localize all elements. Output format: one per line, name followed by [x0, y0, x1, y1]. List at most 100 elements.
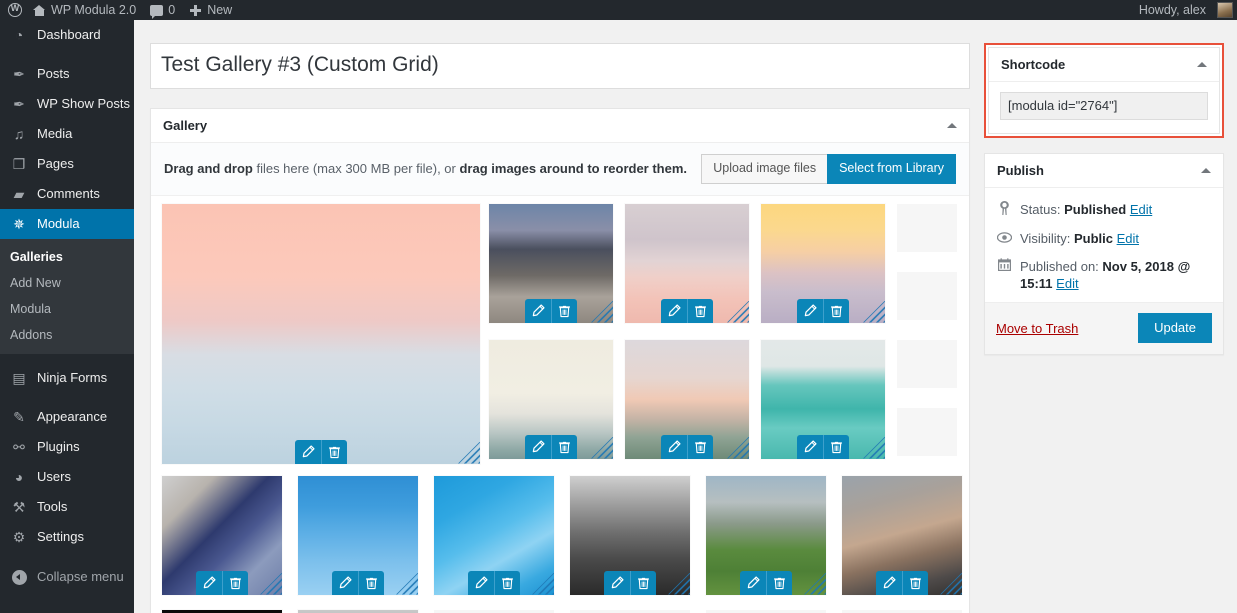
pencil-edit-icon[interactable]: [797, 298, 823, 323]
sidebar-item-label: Settings: [37, 529, 84, 544]
sidebar-item-dashboard[interactable]: ◔ Dashboard: [0, 20, 134, 50]
tile-cyclists[interactable]: [162, 475, 282, 595]
sidebar-item-users[interactable]: ◕ Users: [0, 462, 134, 492]
trash-delete-icon[interactable]: [551, 298, 577, 323]
publish-sidebar-column: Shortcode Publish Status:: [984, 43, 1224, 355]
pencil-edit-icon[interactable]: [797, 434, 823, 459]
submenu-item-modula[interactable]: Modula: [0, 296, 134, 322]
tile-pink-shore[interactable]: [625, 203, 749, 323]
pencil-edit-icon[interactable]: [604, 570, 630, 595]
tile-empty-2[interactable]: [897, 271, 957, 320]
tile-football[interactable]: [706, 475, 826, 595]
tile-empty-9[interactable]: [897, 609, 957, 613]
select-from-library-button[interactable]: Select from Library: [827, 154, 956, 184]
menu-list: ◔ Dashboard ✒ Posts ✒ WP Show Posts ♫ Media ❐ Pag…: [0, 20, 142, 552]
plug-icon: ⚯: [13, 439, 25, 455]
tile-action-bar: [797, 434, 849, 459]
tile-sunrise-wave[interactable]: [625, 339, 749, 459]
trash-delete-icon[interactable]: [321, 439, 347, 464]
pencil-edit-icon[interactable]: [525, 434, 551, 459]
new-content-menu[interactable]: New: [182, 0, 239, 20]
trash-delete-icon[interactable]: [222, 570, 248, 595]
visibility-edit-link[interactable]: Edit: [1117, 231, 1139, 246]
publish-postbox-header[interactable]: Publish: [985, 154, 1223, 188]
published-edit-link[interactable]: Edit: [1056, 276, 1078, 291]
pencil-edit-icon[interactable]: [661, 434, 687, 459]
page-title[interactable]: Test Gallery #3 (Custom Grid): [150, 43, 970, 89]
user-avatar: [1217, 2, 1233, 18]
sidebar-item-pages[interactable]: ❐ Pages: [0, 149, 134, 179]
trash-delete-icon[interactable]: [494, 570, 520, 595]
trash-delete-icon[interactable]: [902, 570, 928, 595]
trash-delete-icon[interactable]: [766, 570, 792, 595]
tile-empty-6[interactable]: [570, 609, 690, 613]
pencil-edit-icon[interactable]: [661, 298, 687, 323]
sidebar-item-ninja-forms[interactable]: ▤ Ninja Forms: [0, 363, 134, 393]
comments-bubble[interactable]: 0: [143, 0, 182, 20]
tile-empty-5[interactable]: [434, 609, 554, 613]
update-button[interactable]: Update: [1138, 313, 1212, 343]
tile-empty-3[interactable]: [897, 339, 957, 388]
sidebar-item-label: Media: [37, 126, 73, 141]
site-name-menu[interactable]: WP Modula 2.0: [26, 0, 143, 20]
tile-empty-7[interactable]: [706, 609, 826, 613]
gallery-postbox-header[interactable]: Gallery: [151, 109, 969, 143]
brush-icon: ✎: [13, 409, 25, 425]
upload-image-files-button[interactable]: Upload image files: [701, 154, 828, 184]
sliders-icon: ⚙: [12, 529, 26, 545]
tile-wave-rocks[interactable]: [489, 339, 613, 459]
chevron-up-icon[interactable]: [1197, 62, 1207, 67]
tile-sprinters[interactable]: [570, 475, 690, 595]
sidebar-item-wp-show-posts[interactable]: ✒ WP Show Posts: [0, 89, 134, 119]
sidebar-item-modula[interactable]: ✵ Modula: [0, 209, 142, 239]
image-thumbnail: [162, 609, 282, 613]
my-account-menu[interactable]: Howdy, alex: [1132, 0, 1237, 20]
tile-golden-surf[interactable]: [761, 203, 885, 323]
pencil-edit-icon[interactable]: [876, 570, 902, 595]
trash-delete-icon[interactable]: [358, 570, 384, 595]
sidebar-item-tools[interactable]: ⚒ Tools: [0, 492, 134, 522]
pencil-edit-icon[interactable]: [295, 439, 321, 464]
trash-delete-icon[interactable]: [687, 298, 713, 323]
sidebar-item-comments[interactable]: ▰ Comments: [0, 179, 134, 209]
status-text: Status: Published Edit: [1020, 201, 1152, 218]
pencil-edit-icon[interactable]: [740, 570, 766, 595]
tile-surfer-walking[interactable]: [489, 203, 613, 323]
sidebar-item-label: Plugins: [37, 439, 80, 454]
wp-logo-menu[interactable]: [0, 0, 26, 20]
sidebar-item-settings[interactable]: ⚙ Settings: [0, 522, 134, 552]
sidebar-item-appearance[interactable]: ✎ Appearance: [0, 402, 134, 432]
trash-delete-icon[interactable]: [823, 298, 849, 323]
pencil-edit-icon[interactable]: [196, 570, 222, 595]
pencil-edit-icon[interactable]: [332, 570, 358, 595]
tile-empty-4[interactable]: [897, 407, 957, 456]
trash-delete-icon[interactable]: [630, 570, 656, 595]
tile-swimmer[interactable]: [434, 475, 554, 595]
shortcode-input[interactable]: [1000, 92, 1208, 120]
collapse-menu-button[interactable]: Collapse menu: [0, 562, 134, 592]
status-edit-link[interactable]: Edit: [1130, 202, 1152, 217]
trash-delete-icon[interactable]: [823, 434, 849, 459]
tile-basketball[interactable]: [298, 475, 418, 595]
pencil-edit-icon[interactable]: [468, 570, 494, 595]
pencil-edit-icon[interactable]: [525, 298, 551, 323]
tile-empty-1[interactable]: [897, 203, 957, 252]
chevron-up-icon[interactable]: [947, 123, 957, 128]
tile-portrait[interactable]: [842, 475, 962, 595]
submenu-item-add-new[interactable]: Add New: [0, 270, 134, 296]
uploader-instructions: Drag and drop files here (max 300 MB per…: [164, 161, 687, 176]
sidebar-item-posts[interactable]: ✒ Posts: [0, 59, 134, 89]
sidebar-item-plugins[interactable]: ⚯ Plugins: [0, 432, 134, 462]
move-to-trash-link[interactable]: Move to Trash: [996, 321, 1078, 336]
tile-dark-partial[interactable]: [162, 609, 282, 613]
trash-delete-icon[interactable]: [551, 434, 577, 459]
sidebar-item-media[interactable]: ♫ Media: [0, 119, 134, 149]
submenu-item-galleries[interactable]: Galleries: [0, 244, 134, 270]
tile-gray-partial[interactable]: [298, 609, 418, 613]
submenu-item-addons[interactable]: Addons: [0, 322, 134, 348]
shortcode-postbox-header[interactable]: Shortcode: [989, 48, 1219, 82]
tile-beach-sunset-large[interactable]: [162, 203, 480, 464]
tile-teal-wave[interactable]: [761, 339, 885, 459]
trash-delete-icon[interactable]: [687, 434, 713, 459]
chevron-up-icon[interactable]: [1201, 168, 1211, 173]
